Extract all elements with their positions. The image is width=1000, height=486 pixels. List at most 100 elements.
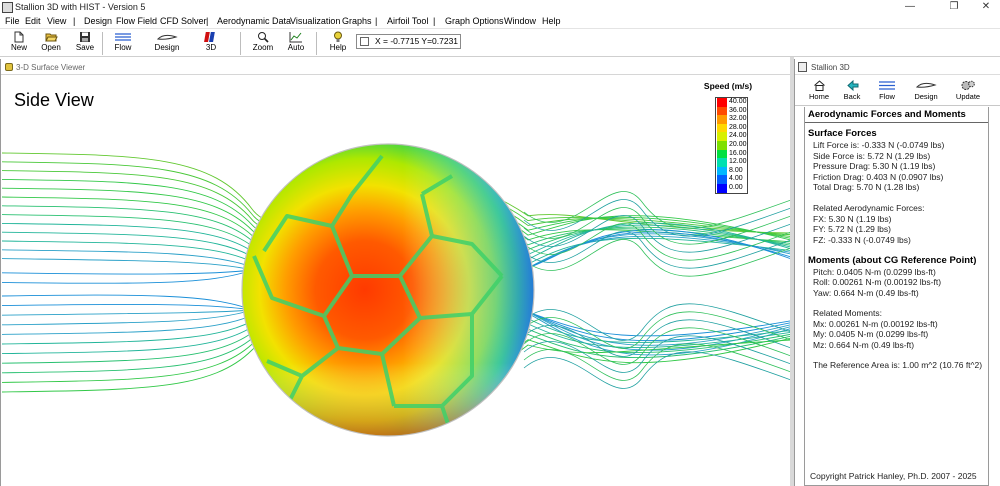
flow-lines-icon xyxy=(879,81,895,90)
legend-row: 24.00 xyxy=(716,132,747,141)
viewer-window-icon xyxy=(5,63,13,71)
auto-chart-icon xyxy=(289,32,302,43)
help-button-label: Help xyxy=(329,43,347,52)
auto-button-label: Auto xyxy=(287,43,305,52)
menu-edit[interactable]: Edit xyxy=(25,16,41,26)
new-document-icon xyxy=(14,31,24,43)
menu-visualization[interactable]: Visualization xyxy=(290,16,340,26)
back-arrow-icon xyxy=(846,79,858,92)
open-button-label: Open xyxy=(41,43,61,52)
minimize-button[interactable]: — xyxy=(900,1,920,14)
related-forces-heading: Related Aerodynamic Forces: xyxy=(813,203,925,213)
legend-value: 16.00 xyxy=(729,149,747,157)
3d-button-label: 3D xyxy=(205,43,217,52)
design-button[interactable]: Design xyxy=(152,31,182,56)
legend-row: 40.00 xyxy=(716,98,747,107)
legend-swatch xyxy=(717,98,727,107)
panel-design-button[interactable]: Design xyxy=(911,79,941,105)
legend-value: 8.00 xyxy=(729,166,743,174)
legend-title: Speed (m/s) xyxy=(703,81,753,91)
legend-value: 12.00 xyxy=(729,158,747,166)
menu-separator: | xyxy=(433,16,436,26)
flow-button[interactable]: Flow xyxy=(110,31,136,56)
menu-view[interactable]: View xyxy=(47,16,66,26)
coordinate-text: X = -0.7715 Y=0.7231 xyxy=(375,36,459,46)
related-moments-heading: Related Moments: xyxy=(813,308,882,318)
roll-line: Roll: 0.00261 N-m (0.00192 lbs-ft) xyxy=(813,277,942,287)
legend-value: 32.00 xyxy=(729,115,747,123)
legend-value: 28.00 xyxy=(729,123,747,131)
menu-window[interactable]: Window xyxy=(504,16,536,26)
legend-value: 0.00 xyxy=(729,183,743,191)
mz-line: Mz: 0.664 N-m (0.49 lbs-ft) xyxy=(813,339,915,350)
legend-swatch xyxy=(717,106,727,116)
flow-lines-icon xyxy=(115,33,131,41)
legend-row: 12.00 xyxy=(716,158,747,167)
flow-visualization-canvas[interactable] xyxy=(2,76,791,486)
pitch-line: Pitch: 0.0405 N-m (0.0299 lbs-ft) xyxy=(813,266,936,277)
results-text-area[interactable]: Aerodynamic Forces and Moments Surface F… xyxy=(804,107,989,486)
panel-design-button-label: Design xyxy=(914,92,938,101)
update-button[interactable]: Update xyxy=(954,79,982,105)
home-icon xyxy=(813,80,825,91)
open-button[interactable]: Open xyxy=(40,31,62,56)
help-bulb-icon xyxy=(334,31,342,42)
home-button[interactable]: Home xyxy=(807,79,831,105)
legend-row: 36.00 xyxy=(716,106,747,116)
legend-row: 8.00 xyxy=(716,166,747,176)
back-button-label: Back xyxy=(843,92,861,101)
menu-separator: | xyxy=(73,16,76,26)
panel-window-title: Stallion 3D xyxy=(811,63,850,72)
save-button[interactable]: Save xyxy=(74,31,96,56)
friction-drag-line: Friction Drag: 0.403 N (0.0907 lbs) xyxy=(813,171,944,182)
close-button[interactable]: ✕ xyxy=(976,1,996,14)
auto-button[interactable]: Auto xyxy=(285,31,307,56)
panel-title-bar: Stallion 3D xyxy=(795,59,1000,75)
zoom-button[interactable]: Zoom xyxy=(252,31,274,56)
legend-swatch xyxy=(717,123,727,133)
menu-graphs[interactable]: Graphs xyxy=(342,16,372,26)
menu-aerodynamic-data[interactable]: Aerodynamic Data xyxy=(217,16,291,26)
fz-line: FZ: -0.333 N (-0.0749 lbs) xyxy=(813,234,911,245)
results-heading: Aerodynamic Forces and Moments xyxy=(805,107,988,123)
fy-line: FY: 5.72 N (1.29 lbs) xyxy=(813,224,891,234)
panel-scrollbar[interactable] xyxy=(990,107,998,486)
legend-row: 16.00 xyxy=(716,149,747,159)
legend-scale: 40.00 36.00 32.00 28.00 24.00 20.00 16.00 12.00… xyxy=(715,97,748,194)
reference-area-line: The Reference Area is: 1.00 m^2 (10.76 f… xyxy=(813,360,983,370)
menu-help[interactable]: Help xyxy=(542,16,561,26)
3d-button[interactable]: 3D xyxy=(200,31,222,56)
legend-row: 4.00 xyxy=(716,175,747,184)
main-toolbar: New Open Save Flow Design 3D Zoom Auto H… xyxy=(0,28,1000,57)
panel-toolbar: Home Back Flow Design Update xyxy=(795,76,1000,106)
menu-file[interactable]: File xyxy=(5,16,20,26)
toolbar-separator xyxy=(102,32,103,55)
legend-value: 40.00 xyxy=(729,98,747,105)
menu-flow-field[interactable]: Flow Field xyxy=(116,16,157,26)
title-bar: Stallion 3D with HIST - Version 5 — ❐ ✕ xyxy=(0,0,1000,15)
panel-flow-button-label: Flow xyxy=(879,92,895,101)
new-button[interactable]: New xyxy=(8,31,30,56)
menu-cfd-solver[interactable]: CFD Solver xyxy=(160,16,207,26)
legend-value: 36.00 xyxy=(729,106,747,114)
view-label: Side View xyxy=(14,90,94,110)
my-line: My: 0.0405 N-m (0.0299 lbs-ft) xyxy=(813,329,929,339)
speed-legend: Speed (m/s) 40.00 36.00 32.00 28.00 24.00 20.… xyxy=(700,81,756,201)
menu-airfoil-tool[interactable]: Airfoil Tool xyxy=(387,16,428,26)
panel-flow-button[interactable]: Flow xyxy=(875,79,899,105)
menu-bar: File Edit View | Design Flow Field CFD S… xyxy=(0,15,1000,28)
total-drag-line: Total Drag: 5.70 N (1.28 lbs) xyxy=(813,182,920,192)
crosshair-icon xyxy=(360,37,369,46)
save-disk-icon xyxy=(80,32,90,42)
toolbar-separator xyxy=(240,32,241,55)
panel-window-icon xyxy=(798,62,807,72)
help-button[interactable]: Help xyxy=(327,31,349,56)
legend-swatch xyxy=(717,166,727,176)
home-button-label: Home xyxy=(808,92,829,101)
maximize-button[interactable]: ❐ xyxy=(944,1,964,14)
menu-design[interactable]: Design xyxy=(84,16,112,26)
save-button-label: Save xyxy=(75,43,95,52)
back-button[interactable]: Back xyxy=(840,79,864,105)
open-folder-icon xyxy=(44,33,58,42)
menu-graph-options[interactable]: Graph Options xyxy=(445,16,504,26)
